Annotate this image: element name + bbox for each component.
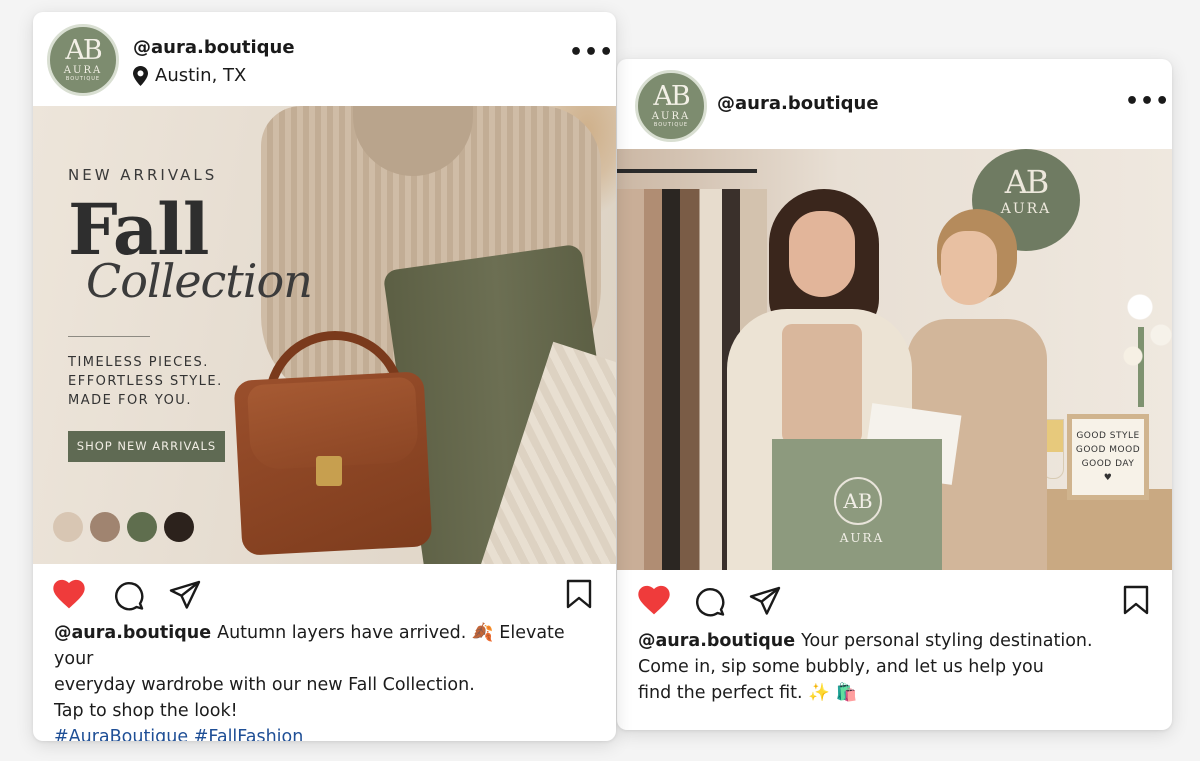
promo-tagline-line: EFFORTLESS STYLE. (68, 374, 223, 389)
post-username[interactable]: @aura.boutique (133, 37, 295, 58)
handbag-clasp (316, 456, 342, 486)
shopping-bag: AB AURA (772, 439, 942, 570)
promo-overlay: NEW ARRIVALS Fall Collection TIMELESS PI… (68, 106, 313, 564)
post-card-fall-collection: AB AURA BOUTIQUE @aura.boutique Austin, … (33, 12, 616, 741)
avatar[interactable]: AB AURA BOUTIQUE (635, 70, 707, 142)
color-swatch (127, 512, 157, 542)
caption-username[interactable]: @aura.boutique (54, 623, 211, 643)
location-label: Austin, TX (155, 65, 247, 86)
post-card-styling: AB AURA BOUTIQUE @aura.boutique ••• AB A… (617, 59, 1172, 730)
customer-top (782, 324, 862, 444)
customer-face (789, 211, 855, 297)
promo-script-title: Collection (86, 254, 313, 308)
post-caption: @aura.boutique Your personal styling dest… (638, 628, 1158, 706)
caption-line: @aura.boutique Autumn layers have arrived… (54, 620, 599, 672)
flower-vase (1112, 279, 1172, 419)
avatar-subtitle: BOUTIQUE (65, 76, 101, 82)
avatar[interactable]: AB AURA BOUTIQUE (47, 24, 119, 96)
color-swatches (53, 512, 194, 542)
color-swatch (53, 512, 83, 542)
promo-tagline-line: TIMELESS PIECES. (68, 355, 209, 370)
post-username[interactable]: @aura.boutique (717, 93, 879, 114)
avatar-monogram: AB (65, 35, 102, 66)
sign-line: GOOD STYLE (1076, 431, 1140, 441)
shop-new-arrivals-button[interactable]: SHOP NEW ARRIVALS (68, 431, 225, 462)
more-options-icon[interactable]: ••• (1125, 89, 1170, 114)
hashtag-link[interactable]: #FallFashion (194, 727, 304, 741)
caption-line: @aura.boutique Your personal styling dest… (638, 628, 1158, 654)
post-location[interactable]: Austin, TX (133, 65, 246, 86)
share-paper-plane-icon[interactable] (169, 579, 201, 611)
promo-tagline-line: MADE FOR YOU. (68, 393, 192, 408)
customer-person: AB AURA (717, 189, 962, 570)
caption-text: Your personal styling destination. (801, 631, 1093, 651)
post-actions (33, 575, 616, 615)
post-actions (617, 581, 1172, 621)
more-options-icon[interactable]: ••• (569, 40, 614, 65)
avatar-wordmark: AURA (651, 111, 691, 122)
like-heart-icon[interactable] (637, 585, 671, 615)
bag-wordmark: AURA (839, 531, 885, 545)
share-paper-plane-icon[interactable] (749, 585, 781, 617)
post-header: AB AURA BOUTIQUE @aura.boutique Austin, … (33, 12, 616, 106)
caption-username[interactable]: @aura.boutique (638, 631, 795, 651)
sign-line: GOOD MOOD (1075, 445, 1141, 455)
avatar-monogram: AB (653, 81, 690, 112)
hashtag-link[interactable]: #AuraBoutique (54, 727, 188, 741)
promo-divider (68, 336, 150, 337)
wall-logo-monogram: AB (1004, 163, 1050, 201)
color-swatch (90, 512, 120, 542)
clothing-rack (617, 169, 757, 173)
caption-line: everyday wardrobe with our new Fall Coll… (54, 675, 475, 695)
comment-bubble-icon[interactable] (694, 585, 726, 617)
bookmark-icon[interactable] (566, 579, 592, 609)
location-pin-icon (133, 65, 148, 86)
post-caption: @aura.boutique Autumn layers have arrived… (54, 620, 599, 741)
promo-kicker: NEW ARRIVALS (68, 166, 218, 184)
caption-hashtags: #AuraBoutique #FallFashion (54, 724, 599, 741)
sign-line: GOOD DAY (1081, 459, 1135, 469)
avatar-wordmark: AURA (63, 65, 103, 76)
caption-line: Tap to shop the look! (54, 701, 238, 721)
avatar-subtitle: BOUTIQUE (653, 122, 689, 128)
color-swatch (164, 512, 194, 542)
post-image[interactable]: NEW ARRIVALS Fall Collection TIMELESS PI… (33, 106, 616, 564)
comment-bubble-icon[interactable] (113, 579, 145, 611)
letter-board-sign: GOOD STYLE GOOD MOOD GOOD DAY ♥ (1067, 414, 1149, 500)
caption-line: Come in, sip some bubbly, and let us hel… (638, 657, 1044, 677)
caption-line: find the perfect fit. ✨ 🛍️ (638, 683, 858, 703)
bookmark-icon[interactable] (1123, 585, 1149, 615)
post-header: AB AURA BOUTIQUE @aura.boutique ••• (617, 59, 1172, 149)
promo-tagline: TIMELESS PIECES. EFFORTLESS STYLE. MADE … (68, 353, 223, 410)
sign-heart: ♥ (1103, 473, 1113, 483)
bag-monogram: AB (834, 477, 882, 525)
stylist-face (941, 231, 997, 305)
post-image[interactable]: AB AURA GOOD STYLE GOOD MOOD GOOD DAY ♥ … (617, 149, 1172, 570)
like-heart-icon[interactable] (52, 579, 86, 609)
